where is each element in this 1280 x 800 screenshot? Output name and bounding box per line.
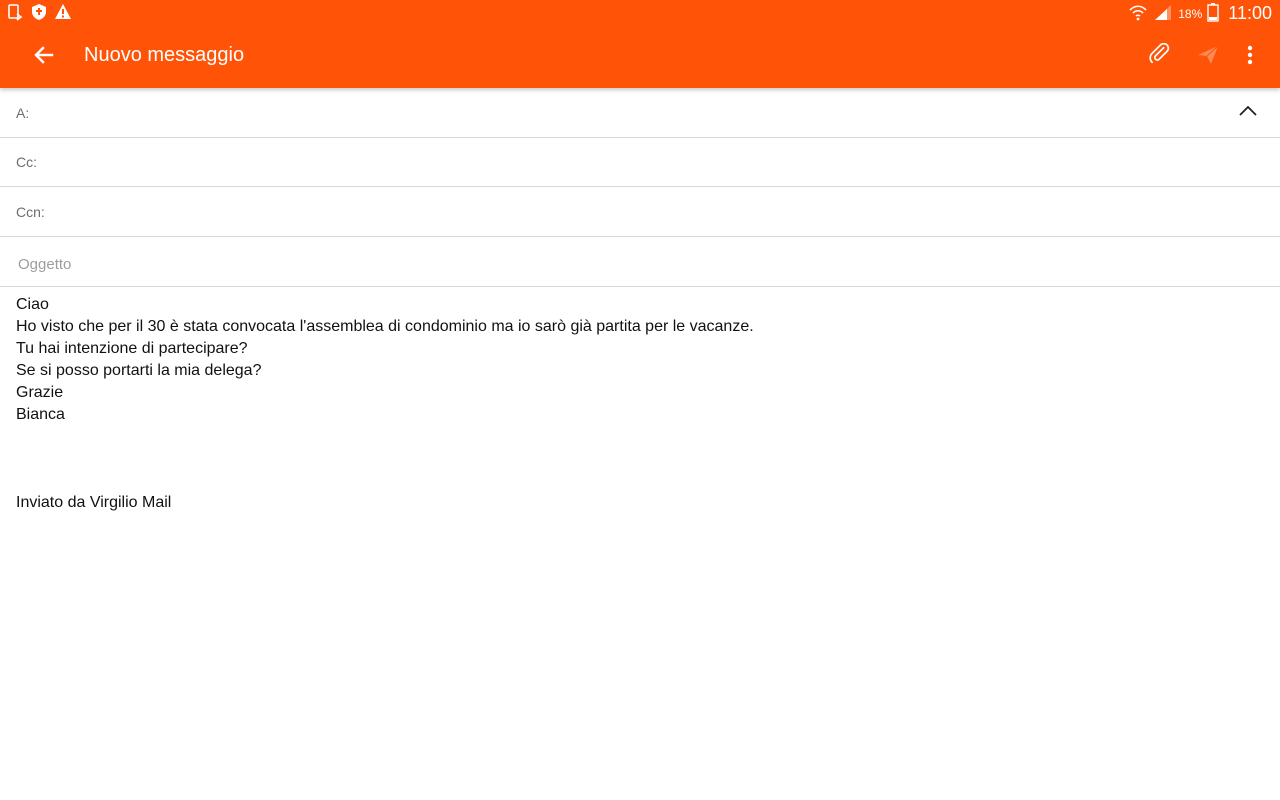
warning-icon xyxy=(54,3,72,26)
cc-input[interactable] xyxy=(60,146,1220,180)
wifi-icon xyxy=(1128,3,1148,24)
subject-field-row xyxy=(0,238,1280,287)
signature-line: Inviato da Virgilio Mail xyxy=(16,494,172,511)
app-bar: 18% 11:00 Nuovo messaggio xyxy=(0,0,1280,88)
status-left-icons xyxy=(6,3,72,26)
more-vert-icon xyxy=(1238,43,1262,72)
status-right: 18% 11:00 xyxy=(1128,2,1272,25)
cc-field-row: Cc: xyxy=(0,138,1280,187)
bcc-input[interactable] xyxy=(60,196,1220,230)
body-line xyxy=(16,448,1256,470)
body-line: Ciao xyxy=(16,296,49,313)
send-icon xyxy=(1196,43,1220,72)
attach-button[interactable] xyxy=(1140,37,1180,77)
back-button[interactable] xyxy=(24,37,64,77)
signal-icon xyxy=(1153,3,1173,24)
more-options-button[interactable] xyxy=(1230,37,1270,77)
body-line: Tu hai intenzione di partecipare? xyxy=(16,340,248,357)
shield-icon xyxy=(30,3,48,26)
collapse-recipients-button[interactable] xyxy=(1232,97,1264,129)
page-title: Nuovo messaggio xyxy=(84,44,245,66)
body-line xyxy=(16,470,1256,492)
cc-label: Cc: xyxy=(16,154,37,170)
bcc-field-row: Ccn: xyxy=(0,188,1280,237)
battery-icon xyxy=(1207,2,1219,25)
body-line: Grazie xyxy=(16,384,64,401)
toolbar: Nuovo messaggio xyxy=(0,26,1280,88)
bcc-label: Ccn: xyxy=(16,204,45,220)
body-line: Ho visto che per il 30 è stata convocata… xyxy=(16,318,754,335)
battery-percent: 18% xyxy=(1178,6,1203,21)
body-line xyxy=(16,426,1256,448)
back-arrow-icon xyxy=(32,43,56,72)
to-input[interactable] xyxy=(60,97,1220,131)
body-line: Bianca xyxy=(16,406,65,423)
tablet-sync-icon xyxy=(6,3,24,26)
to-label: A: xyxy=(16,105,30,121)
message-body[interactable]: Ciao Ho visto che per il 30 è stata conv… xyxy=(16,294,1256,784)
chevron-up-icon xyxy=(1237,100,1259,127)
paperclip-icon xyxy=(1148,42,1172,72)
subject-input[interactable] xyxy=(16,246,1264,282)
status-bar: 18% 11:00 xyxy=(0,0,1280,26)
to-field-row: A: xyxy=(0,89,1280,138)
send-button[interactable] xyxy=(1188,37,1228,77)
status-time: 11:00 xyxy=(1228,3,1272,23)
body-line: Se si posso portarti la mia delega? xyxy=(16,362,262,379)
